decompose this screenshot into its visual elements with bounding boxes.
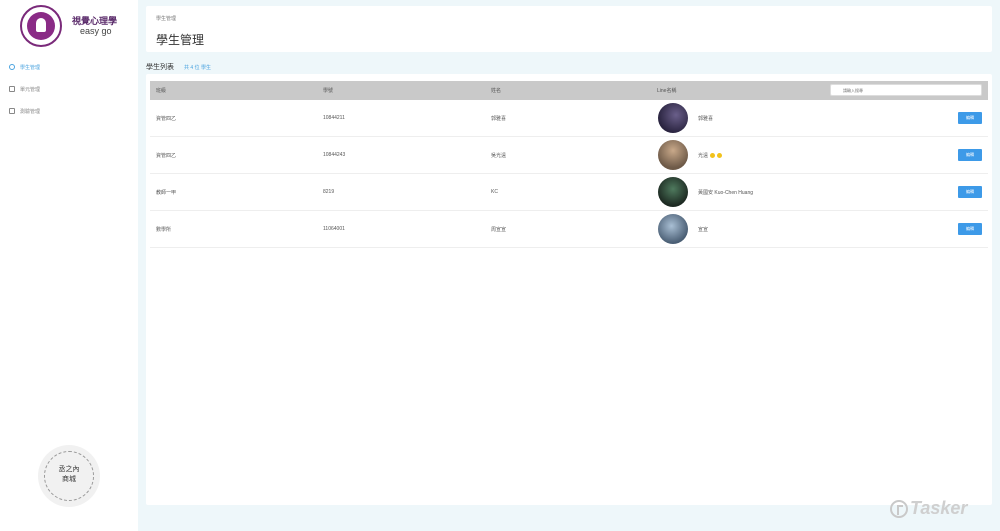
edit-button[interactable]: 編輯 [958,112,982,124]
breadcrumb[interactable]: 學生管理 [156,15,176,22]
brand-subtitle: easy go [80,26,112,36]
column-header-line: Line名稱 [657,88,677,94]
cell-id: 11064001 [323,226,345,232]
seal-text-line2: 商城 [62,476,76,483]
document-icon [9,86,15,92]
tasker-watermark: Tasker [890,498,967,519]
sidebar-item-label: 單元管理 [20,86,41,93]
avatar [658,214,688,244]
list-title: 學生列表 [146,64,174,71]
emoji-icon [710,153,716,159]
sidebar-item-tests[interactable]: 測驗管理 [0,100,138,122]
cell-name: 周宣宣 [491,227,507,233]
column-header-name: 姓名 [491,88,502,94]
search-input[interactable] [830,84,982,96]
cell-name: 郭雅喜 [491,116,507,122]
cell-line-name: 宣宣 [698,227,709,233]
column-header-class: 班級 [156,88,167,94]
cell-class: 資管四乙 [156,116,177,122]
table-row: 資管四乙 10844243 吳光遠 光遠 編輯 [150,137,988,174]
table-row: 教師一甲 8219 KC 黃國安 Kuo-Chen Huang 編輯 [150,174,988,211]
grid-icon [9,108,15,114]
avatar [658,140,688,170]
student-table: 班級 學號 姓名 Line名稱 資管四乙 10844211 郭雅喜 郭雅喜 編輯… [146,74,992,505]
sidebar-nav: 學生管理 單元管理 測驗管理 [0,56,138,122]
cell-class: 數學所 [156,227,172,233]
edit-button[interactable]: 編輯 [958,186,982,198]
shop-seal-logo: 丞之內 商城 [38,445,100,507]
cell-line-name: 郭雅喜 [698,116,714,122]
watermark-text: Tasker [910,498,968,518]
sidebar-item-students[interactable]: 學生管理 [0,56,138,78]
cell-name: 吳光遠 [491,153,507,159]
sidebar: 視覺心理學 easy go 學生管理 單元管理 測驗管理 丞之內 商城 [0,0,138,531]
cell-name: KC [491,189,498,195]
avatar [658,103,688,133]
list-heading: 學生列表 共 4 位 學生 [146,62,211,72]
page-title: 學生管理 [156,33,205,47]
avatar [658,177,688,207]
student-count: 共 4 位 學生 [184,64,211,71]
table-header: 班級 學號 姓名 Line名稱 [150,81,988,100]
line-name-text: 光遠 [698,153,709,159]
table-row: 數學所 11064001 周宣宣 宣宣 編輯 [150,211,988,248]
cell-line-name: 黃國安 Kuo-Chen Huang [698,190,754,196]
cell-class: 資管四乙 [156,153,177,159]
cell-id: 8219 [323,189,335,195]
cell-line-name: 光遠 [698,152,723,159]
sidebar-item-label: 學生管理 [20,64,41,71]
cell-id: 10844243 [323,152,346,158]
sidebar-item-units[interactable]: 單元管理 [0,78,138,100]
cell-id: 10844211 [323,115,345,121]
brand[interactable]: 視覺心理學 easy go [20,5,135,47]
sidebar-item-label: 測驗管理 [20,108,41,115]
header-card: 學生管理 學生管理 [146,6,992,52]
tasker-logo-icon [890,499,908,518]
seal-text-line1: 丞之內 [58,466,80,473]
table-row: 資管四乙 10844211 郭雅喜 郭雅喜 編輯 [150,100,988,137]
emoji-icon [717,153,723,159]
edit-button[interactable]: 編輯 [958,149,982,161]
edit-button[interactable]: 編輯 [958,223,982,235]
seal-text: 丞之內 商城 [38,465,100,485]
column-header-id: 學號 [323,88,334,94]
university-logo-icon [20,5,62,47]
cell-class: 教師一甲 [156,190,177,196]
user-icon [9,64,15,70]
